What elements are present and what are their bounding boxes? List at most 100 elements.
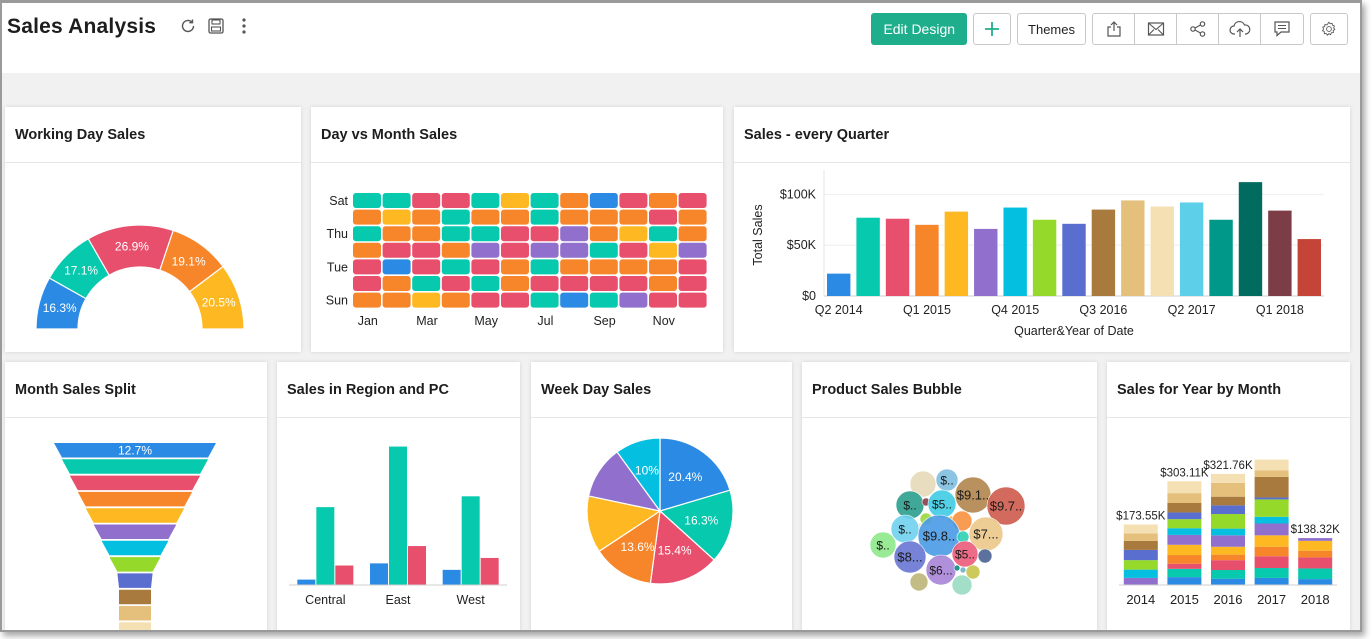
- x-tick-label: Q1 2015: [903, 303, 951, 317]
- heatmap-cell: [501, 193, 529, 208]
- bar: [1091, 209, 1116, 296]
- heatmap-cell: [530, 259, 559, 275]
- share-button[interactable]: [1177, 14, 1219, 44]
- stack-segment: [1298, 540, 1333, 551]
- heatmap-cell: [471, 226, 500, 242]
- bubble-label: $5..: [932, 498, 952, 512]
- cloud-upload-button[interactable]: [1219, 14, 1261, 44]
- stack-segment: [1211, 560, 1245, 571]
- heatmap-cell: [589, 292, 618, 308]
- heatmap-cell: [441, 193, 470, 208]
- heatmap-cell: [560, 276, 589, 291]
- bubble: [959, 566, 967, 574]
- comment-button[interactable]: [1261, 14, 1303, 44]
- card-week-day-sales[interactable]: Week Day Sales 20.4% 16.3% 15.4% 13.6% 10%: [531, 362, 792, 630]
- bar: [974, 228, 998, 296]
- stack-segment: [1211, 546, 1245, 555]
- card-working-day-sales[interactable]: Working Day Sales 16.3% 17.1% 26.9% 19.1% 20…: [5, 107, 301, 352]
- refresh-icon[interactable]: [178, 15, 198, 37]
- heatmap-cell: [649, 292, 677, 308]
- card-sales-for-year-by-month[interactable]: Sales for Year by Month $173.55K 2014 $303…: [1107, 362, 1350, 630]
- stack-segment: [1167, 481, 1202, 494]
- stack-segment: [1211, 496, 1245, 506]
- heatmap-cell: [353, 226, 381, 242]
- heatmap-cell: [678, 292, 707, 308]
- stack-segment: [1211, 578, 1245, 585]
- bar: [1179, 202, 1204, 296]
- x-tick-label: Q2 2014: [815, 303, 863, 317]
- heatmap-cell: [619, 276, 648, 291]
- heatmap-cell: [471, 276, 500, 291]
- funnel-segment: [119, 589, 151, 605]
- bar: [856, 217, 880, 296]
- heatmap-cell: [441, 276, 470, 291]
- x-tick-label: Q3 2016: [1079, 303, 1127, 317]
- stack-segment: [1211, 528, 1245, 536]
- bar: [370, 563, 388, 585]
- heatmap-cell: [412, 292, 441, 308]
- heatmap-cell: [382, 193, 411, 208]
- heatmap-cell: [560, 292, 589, 308]
- heatmap-cell: [382, 226, 411, 242]
- x-tick-label: Q1 2018: [1256, 303, 1304, 317]
- card-product-sales-bubble[interactable]: Product Sales Bubble $.. $9.1.. $9.7.. $.. $…: [802, 362, 1097, 630]
- heatmap-cell: [678, 226, 707, 242]
- slice-label: 20.4%: [668, 470, 702, 484]
- stack-segment: [1123, 549, 1158, 561]
- heatmap-cell: [441, 242, 470, 258]
- total-label: $173.55K: [1116, 510, 1166, 522]
- bubble-label: $9.7..: [990, 499, 1023, 514]
- card-day-vs-month-sales[interactable]: Day vs Month Sales Sat Thu Tue Sun Jan Mar May…: [311, 107, 723, 352]
- share-actions-group: [1092, 13, 1304, 45]
- heatmap-cell: [560, 226, 589, 242]
- heatmap-cell: [649, 242, 677, 258]
- card-sales-in-region-and-pc[interactable]: Sales in Region and PC Central East West: [277, 362, 520, 630]
- stack-segment: [1298, 579, 1333, 585]
- stack-segment: [1167, 563, 1202, 569]
- stack-segment: [1254, 546, 1289, 557]
- bubble: [951, 574, 973, 596]
- heatmap-cell: [471, 259, 500, 275]
- card-sales-every-quarter[interactable]: Sales - every Quarter $0 $50K $100K Q2 2014…: [734, 107, 1350, 352]
- bubble-label: $..: [898, 523, 911, 537]
- stack-segment: [1167, 555, 1202, 564]
- stack-segment: [1254, 523, 1289, 536]
- more-vertical-icon[interactable]: [234, 15, 254, 37]
- x-tick-label: 2014: [1126, 592, 1155, 607]
- bubble-label: $..: [903, 499, 916, 513]
- heatmap-cell: [649, 259, 677, 275]
- card-title: Sales for Year by Month: [1107, 362, 1350, 418]
- bar: [480, 557, 499, 585]
- gear-icon: [1321, 21, 1336, 36]
- settings-button[interactable]: [1310, 13, 1348, 45]
- stack-segment: [1123, 540, 1158, 550]
- x-tick-label: 2016: [1214, 592, 1243, 607]
- card-title: Week Day Sales: [531, 362, 792, 418]
- funnel-label: 12.7%: [118, 444, 152, 458]
- heatmap-cell: [382, 276, 411, 291]
- heatmap-cell: [353, 259, 381, 275]
- bubble-label: $6...: [929, 564, 952, 578]
- col-label: Nov: [653, 314, 676, 328]
- heatmap-cell: [619, 193, 648, 208]
- stack-segment: [1298, 538, 1333, 541]
- bar: [827, 273, 851, 296]
- card-title: Working Day Sales: [5, 107, 301, 163]
- heatmap-cell: [353, 242, 381, 258]
- stack-segment: [1167, 534, 1202, 545]
- email-button[interactable]: [1135, 14, 1177, 44]
- col-label: Sep: [593, 314, 615, 328]
- heatmap-cell: [353, 209, 381, 225]
- export-button[interactable]: [1093, 14, 1135, 44]
- email-icon: [1147, 22, 1164, 36]
- heatmap-cell: [560, 242, 589, 258]
- save-icon[interactable]: [206, 15, 226, 37]
- heatmap-cell: [412, 259, 441, 275]
- add-button[interactable]: [973, 13, 1012, 45]
- x-tick-label: Central: [305, 593, 345, 607]
- card-month-sales-split[interactable]: Month Sales Split 12.7%: [5, 362, 267, 630]
- themes-button[interactable]: Themes: [1017, 13, 1086, 45]
- total-label: $321.76K: [1203, 460, 1253, 472]
- edit-design-button[interactable]: Edit Design: [871, 13, 968, 45]
- stack-segment: [1167, 512, 1202, 520]
